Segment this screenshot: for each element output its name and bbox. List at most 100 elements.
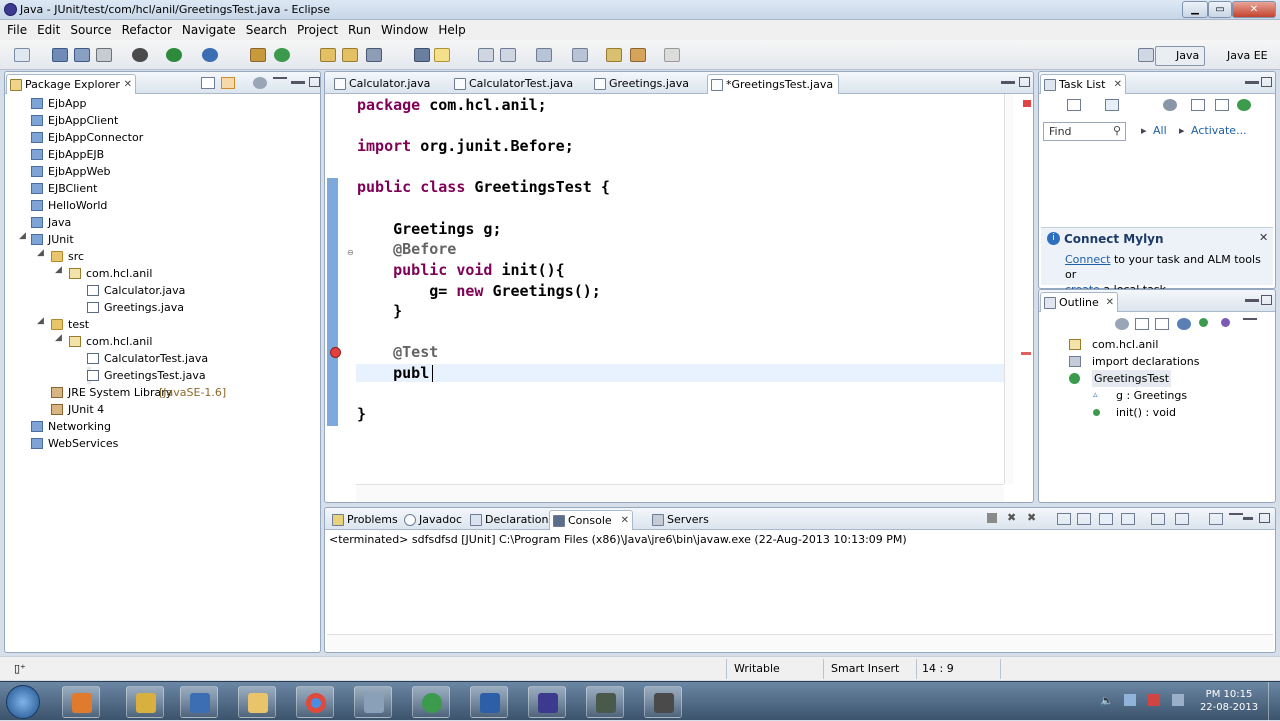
collapse-all-icon[interactable] [201, 77, 215, 89]
close-icon[interactable]: ✕ [1106, 293, 1114, 312]
taskbar-app-3[interactable] [180, 686, 218, 718]
previous-annotation-icon[interactable] [572, 48, 588, 62]
console-hscrollbar[interactable] [327, 634, 1273, 650]
show-whitespace-icon[interactable] [500, 48, 516, 62]
perspective-java[interactable]: Java [1155, 46, 1206, 66]
taskbar-folder[interactable] [238, 686, 276, 718]
scroll-lock-icon[interactable] [1077, 513, 1091, 525]
taskbar-app-6[interactable] [354, 686, 392, 718]
coverage-icon[interactable] [202, 48, 218, 62]
forward-icon[interactable] [664, 48, 680, 62]
expand-arrow-icon[interactable]: ◢ [55, 265, 62, 275]
clock[interactable]: PM 10:15 22-08-2013 [1198, 688, 1260, 714]
tray-icon[interactable] [1172, 694, 1184, 706]
menu-navigate[interactable]: Navigate [177, 23, 241, 37]
code-line-10[interactable]: publ [357, 364, 429, 382]
last-edit-icon[interactable] [606, 48, 622, 62]
menu-window[interactable]: Window [376, 23, 433, 37]
minimize-button[interactable]: ▁ [1182, 1, 1208, 18]
taskbar-app-11[interactable] [644, 686, 682, 718]
view-menu-icon[interactable] [1243, 318, 1257, 330]
focus-icon[interactable] [1163, 99, 1177, 111]
taskbar-app-2[interactable] [126, 686, 164, 718]
error-overview-icon[interactable] [1023, 100, 1031, 107]
tab-greetings-java[interactable]: Greetings.java [591, 74, 701, 94]
menu-help[interactable]: Help [433, 23, 470, 37]
error-marker-icon[interactable] [330, 347, 341, 358]
tab-greetingstest-java[interactable]: *GreetingsTest.java [707, 74, 839, 94]
maximize-view-icon[interactable] [1261, 77, 1272, 87]
tab-console[interactable]: Console ✕ [549, 510, 633, 530]
close-button[interactable]: ✕ [1232, 1, 1276, 18]
maximize-button[interactable]: ▭ [1208, 1, 1232, 18]
hide-local-types-icon[interactable] [1221, 318, 1230, 327]
open-task-icon[interactable] [342, 48, 358, 62]
print-icon[interactable] [96, 48, 112, 62]
action-center-icon[interactable] [1148, 694, 1160, 706]
taskbar-app-8[interactable] [470, 686, 508, 718]
menu-file[interactable]: File [2, 23, 32, 37]
hide-nonpublic-icon[interactable] [1199, 318, 1208, 327]
minimize-view-icon[interactable] [1001, 81, 1015, 84]
task-find-input[interactable]: Find ⚲ [1043, 122, 1126, 141]
menu-project[interactable]: Project [292, 23, 343, 37]
run-icon[interactable] [166, 48, 182, 62]
network-icon[interactable] [1124, 694, 1136, 706]
view-menu-dropdown-icon[interactable] [273, 77, 287, 89]
menu-source[interactable]: Source [65, 23, 116, 37]
next-annotation-icon[interactable] [536, 48, 552, 62]
tree-item-greetingstest-java[interactable]: GreetingsTest.java [87, 367, 206, 384]
code-line-6[interactable]: public void init(){ [357, 261, 565, 279]
save-icon[interactable] [52, 48, 68, 62]
taskbar-explorer[interactable] [62, 686, 100, 718]
tab-problems[interactable]: Problems [329, 510, 399, 530]
clear-console-icon[interactable] [1057, 513, 1071, 525]
taskbar-chrome[interactable] [296, 686, 334, 718]
tab-servers[interactable]: Servers [649, 510, 709, 530]
volume-icon[interactable]: 🔈 [1100, 694, 1114, 707]
new-icon[interactable] [14, 48, 30, 62]
pin-console-icon[interactable] [1151, 513, 1165, 525]
code-line-11[interactable]: } [357, 405, 366, 423]
open-type-icon[interactable] [320, 48, 336, 62]
minimize-view-icon[interactable] [1243, 517, 1253, 520]
save-all-icon[interactable] [74, 48, 90, 62]
maximize-view-icon[interactable] [1261, 295, 1272, 305]
menu-search[interactable]: Search [241, 23, 292, 37]
new-java-project-icon[interactable] [250, 48, 266, 62]
show-desktop-button[interactable] [1268, 682, 1280, 721]
expand-arrow-icon[interactable]: ◢ [19, 231, 26, 241]
code-line-4[interactable]: Greetings g; [357, 220, 501, 238]
collapse-icon[interactable] [1191, 99, 1205, 111]
display-console-icon[interactable] [1175, 513, 1189, 525]
tab-package-explorer[interactable]: Package Explorer ✕ [6, 74, 136, 94]
code-line-8[interactable]: } [357, 302, 402, 320]
search-icon[interactable] [366, 48, 382, 62]
tab-calculator-java[interactable]: Calculator.java [331, 74, 443, 94]
sort-icon[interactable] [1135, 318, 1149, 330]
new-task-icon[interactable] [1067, 99, 1081, 111]
collapse-all-icon[interactable] [1115, 318, 1129, 330]
open-perspective-icon[interactable] [1138, 48, 1154, 62]
back-icon[interactable] [630, 48, 646, 62]
start-button[interactable] [6, 685, 40, 719]
connect-link[interactable]: Connect [1065, 253, 1110, 266]
tab-calculatortest-java[interactable]: CalculatorTest.java [451, 74, 583, 94]
all-link[interactable]: All [1153, 124, 1167, 137]
maximize-view-icon[interactable] [1259, 513, 1270, 523]
tab-task-list[interactable]: Task List ✕ [1040, 74, 1126, 94]
menu-run[interactable]: Run [343, 23, 376, 37]
code-line-3[interactable]: public class GreetingsTest { [357, 178, 610, 196]
mark-occurrences-icon[interactable] [434, 48, 450, 62]
new-class-icon[interactable] [274, 48, 290, 62]
activate-link[interactable]: Activate... [1191, 124, 1247, 137]
link-with-editor-icon[interactable] [221, 77, 235, 89]
categorized-icon[interactable] [1105, 99, 1119, 111]
tab-javadoc[interactable]: Javadoc [401, 510, 462, 530]
perspective-javaee[interactable]: Java EE [1206, 46, 1274, 66]
close-icon[interactable]: ✕ [1259, 231, 1268, 244]
code-line-1[interactable]: package com.hcl.anil; [357, 96, 547, 114]
maximize-view-icon[interactable] [1019, 77, 1030, 87]
minimize-view-icon[interactable] [1245, 299, 1259, 302]
close-icon[interactable]: ✕ [1114, 75, 1122, 94]
